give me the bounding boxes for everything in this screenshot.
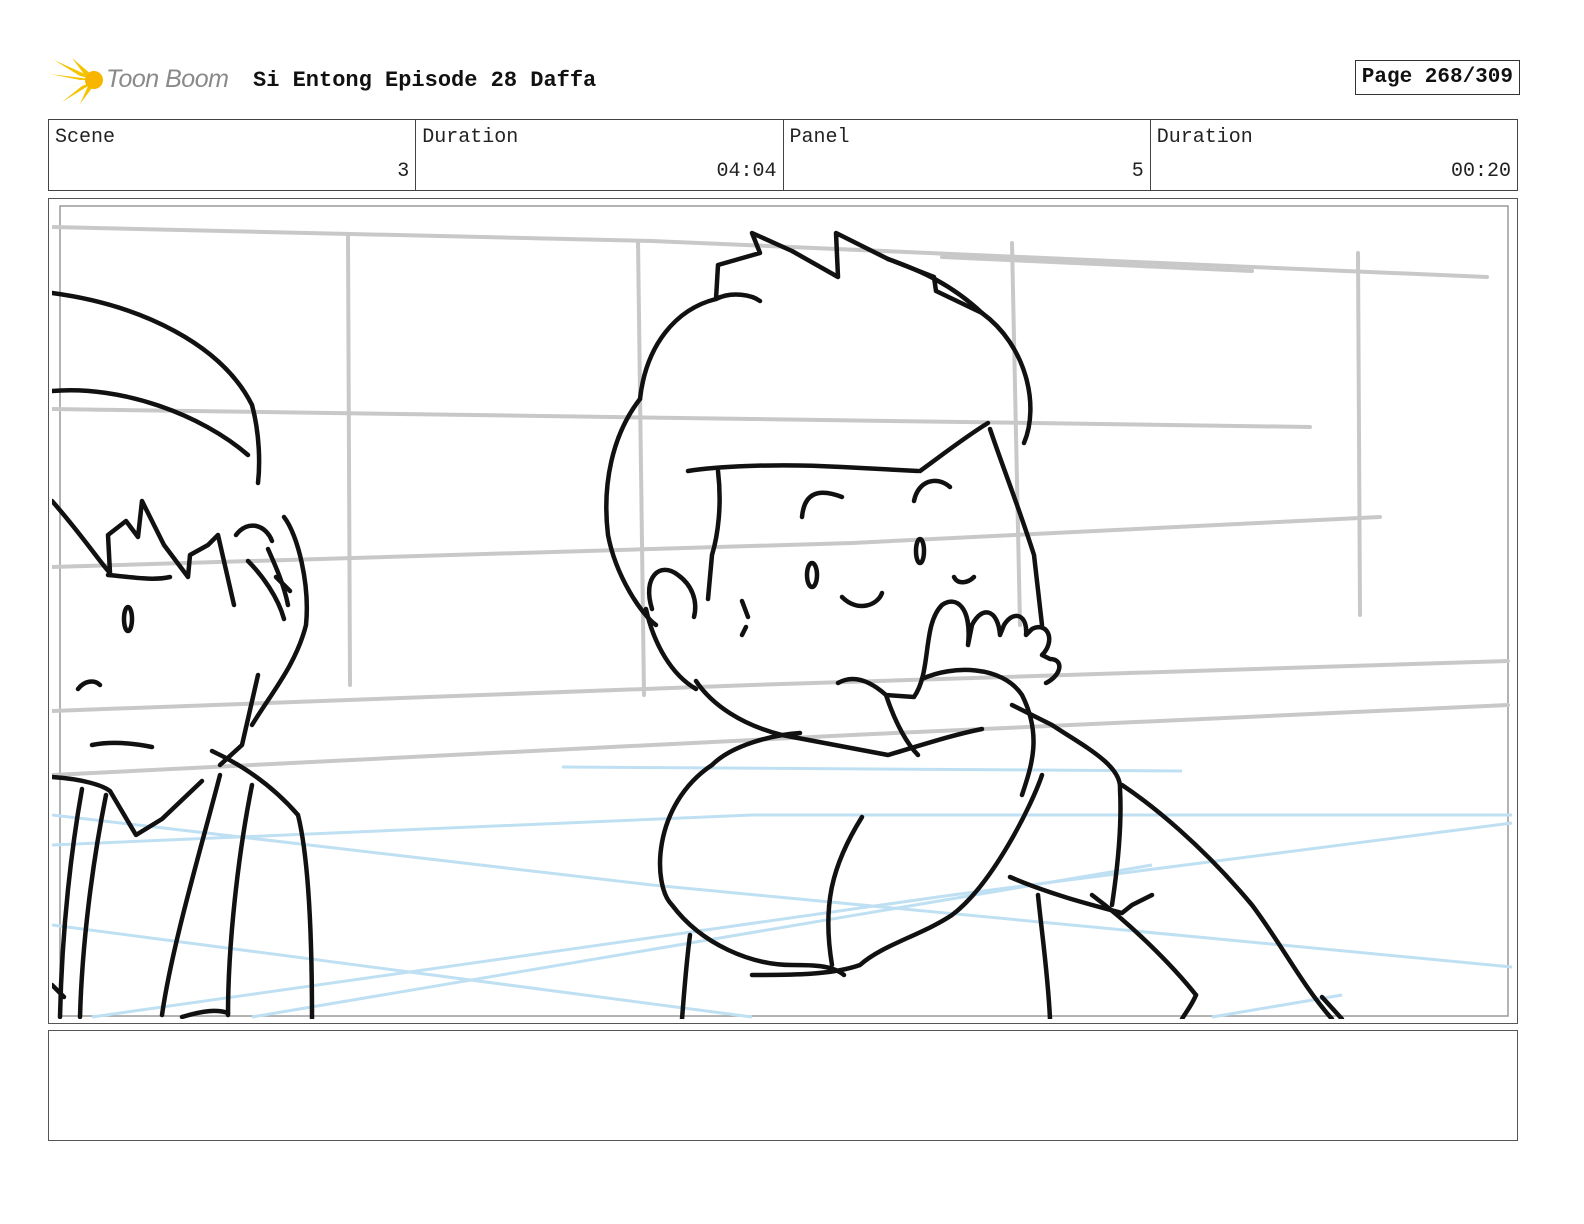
scene-label: Scene bbox=[55, 126, 116, 149]
panel-info-row: Scene 3 Duration 04:04 Panel 5 Duration … bbox=[48, 119, 1518, 191]
logo-text: Toon Boom bbox=[106, 65, 229, 93]
scene-value: 3 bbox=[397, 160, 410, 183]
floor-guides bbox=[52, 765, 1513, 1019]
page-indicator: Page 268/309 bbox=[1354, 60, 1520, 95]
scene-duration-cell: Duration 04:04 bbox=[416, 120, 784, 190]
starburst-icon bbox=[50, 58, 103, 104]
storyboard-sketch bbox=[52, 205, 1513, 1019]
document-title: Si Entong Episode 28 Daffa bbox=[253, 68, 597, 93]
scene-cell: Scene 3 bbox=[49, 120, 417, 190]
panel-label: Panel bbox=[789, 126, 850, 149]
panel-cell: Panel 5 bbox=[784, 120, 1151, 190]
storyboard-panel bbox=[48, 198, 1518, 1024]
panel-duration-cell: Duration 00:20 bbox=[1151, 120, 1517, 190]
panel-value: 5 bbox=[1131, 160, 1144, 183]
scene-duration-value: 04:04 bbox=[716, 160, 777, 183]
panel-duration-label: Duration bbox=[1156, 126, 1253, 149]
scene-duration-label: Duration bbox=[422, 126, 519, 149]
left-character-sketch bbox=[52, 290, 315, 1019]
panel-notes-box bbox=[48, 1030, 1518, 1141]
header: Toon Boom Si Entong Episode 28 Daffa Pag… bbox=[48, 56, 1520, 106]
panel-duration-value: 00:20 bbox=[1450, 160, 1511, 183]
toon-boom-logo: Toon Boom bbox=[50, 56, 240, 106]
right-character-sketch bbox=[604, 230, 1345, 1019]
